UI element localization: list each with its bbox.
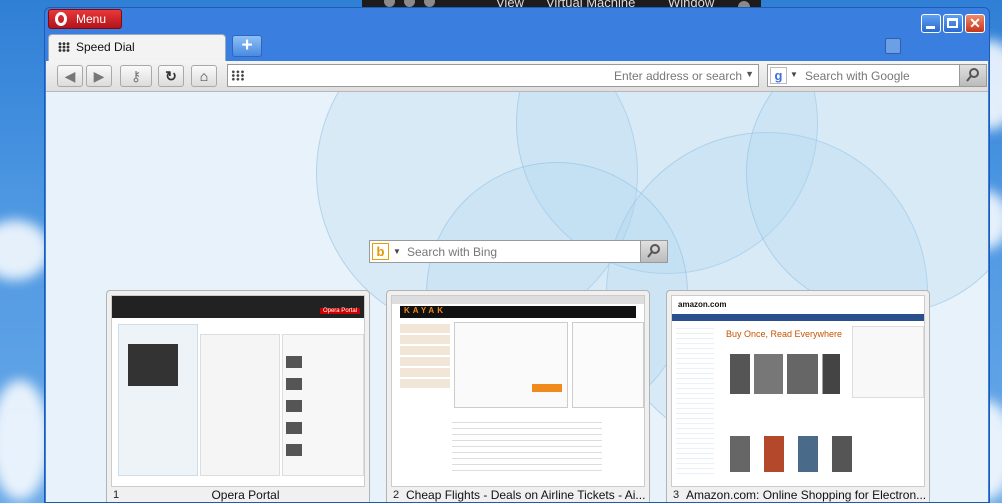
minimize-icon bbox=[926, 26, 935, 29]
address-placeholder: Enter address or search bbox=[613, 69, 742, 83]
reload-icon: ↻ bbox=[165, 68, 177, 84]
traffic-light-icon[interactable] bbox=[424, 0, 435, 7]
back-arrow-icon: ◀ bbox=[64, 68, 76, 84]
speed-dial-page: b ▼ Search with Bing Opera Portal 1 Oper… bbox=[46, 92, 988, 502]
bing-placeholder: Search with Bing bbox=[407, 245, 498, 259]
page-thumbnail: amazon.com Buy Once, Read Everywhere bbox=[671, 295, 925, 487]
speed-dial-icon bbox=[58, 42, 70, 52]
speed-dial-item[interactable]: amazon.com Buy Once, Read Everywhere 3 A… bbox=[666, 290, 930, 502]
tab-speed-dial[interactable]: Speed Dial bbox=[48, 34, 226, 61]
reload-button[interactable]: ↻ bbox=[158, 65, 184, 87]
speed-dial-icon bbox=[231, 70, 245, 81]
chevron-down-icon[interactable]: ▼ bbox=[393, 247, 401, 256]
search-field[interactable]: g ▼ Search with Google bbox=[767, 64, 987, 87]
thumb-header: Opera Portal bbox=[319, 308, 360, 314]
page-thumbnail: Opera Portal bbox=[111, 295, 365, 487]
search-icon bbox=[966, 68, 979, 82]
search-placeholder: Search with Google bbox=[805, 69, 910, 83]
tab-label: Speed Dial bbox=[76, 40, 135, 54]
navigation-toolbar: ◀ ▶ ⚷ ↻ ⌂ Enter address or search ▼ g ▼ … bbox=[46, 61, 988, 92]
maximize-button[interactable] bbox=[943, 14, 963, 33]
dial-number: 1 bbox=[113, 489, 120, 501]
thumb-headline: Buy Once, Read Everywhere bbox=[726, 329, 843, 339]
home-icon: ⌂ bbox=[199, 68, 209, 84]
search-icon bbox=[647, 244, 660, 258]
key-icon: ⚷ bbox=[130, 68, 142, 84]
forward-button[interactable]: ▶ bbox=[86, 65, 112, 87]
chevron-down-icon[interactable]: ▼ bbox=[745, 69, 754, 79]
thumb-header: KAYAK bbox=[404, 306, 446, 315]
cloud bbox=[0, 220, 50, 280]
dial-title: Amazon.com: Online Shopping for Electron… bbox=[686, 488, 925, 502]
cloud bbox=[0, 380, 50, 500]
dial-number: 2 bbox=[393, 489, 400, 501]
opera-logo-icon bbox=[55, 12, 67, 26]
maximize-icon bbox=[947, 18, 958, 28]
new-tab-button[interactable]: + bbox=[232, 35, 262, 57]
speed-dial-search-field[interactable]: b ▼ Search with Bing bbox=[369, 240, 668, 263]
bing-icon[interactable]: b bbox=[372, 243, 389, 260]
opera-menu-button[interactable]: Menu bbox=[48, 9, 122, 29]
browser-window: Menu ✕ Speed Dial + ◀ ▶ ⚷ ↻ ⌂ Enter addr… bbox=[44, 7, 990, 503]
close-icon: ✕ bbox=[969, 15, 981, 31]
forward-arrow-icon: ▶ bbox=[93, 68, 105, 84]
back-button[interactable]: ◀ bbox=[57, 65, 83, 87]
thumb-header: amazon.com bbox=[678, 300, 727, 309]
address-field[interactable]: Enter address or search ▼ bbox=[227, 64, 759, 87]
dial-title: Cheap Flights - Deals on Airline Tickets… bbox=[406, 488, 645, 502]
wand-button[interactable]: ⚷ bbox=[120, 65, 152, 87]
home-button[interactable]: ⌂ bbox=[191, 65, 217, 87]
menu-label: Menu bbox=[76, 12, 107, 26]
close-button[interactable]: ✕ bbox=[965, 14, 985, 33]
minimize-button[interactable] bbox=[921, 14, 941, 33]
search-button[interactable] bbox=[959, 65, 986, 86]
trash-icon[interactable] bbox=[885, 38, 901, 54]
speed-dial-item[interactable]: Opera Portal 1 Opera Portal bbox=[106, 290, 370, 502]
google-icon[interactable]: g bbox=[770, 67, 787, 84]
dial-number: 3 bbox=[673, 489, 680, 501]
page-thumbnail: KAYAK bbox=[391, 295, 645, 487]
traffic-light-icon[interactable] bbox=[384, 0, 395, 7]
title-bar: Menu ✕ bbox=[45, 8, 989, 34]
tab-strip: Speed Dial + bbox=[45, 34, 989, 61]
search-button[interactable] bbox=[640, 241, 667, 262]
traffic-light-icon[interactable] bbox=[404, 0, 415, 7]
speed-dial-item[interactable]: KAYAK 2 Cheap Flights - Deals on Airline… bbox=[386, 290, 650, 502]
chevron-down-icon[interactable]: ▼ bbox=[790, 70, 798, 79]
dial-title: Opera Portal bbox=[211, 488, 280, 502]
plus-icon: + bbox=[241, 35, 253, 56]
